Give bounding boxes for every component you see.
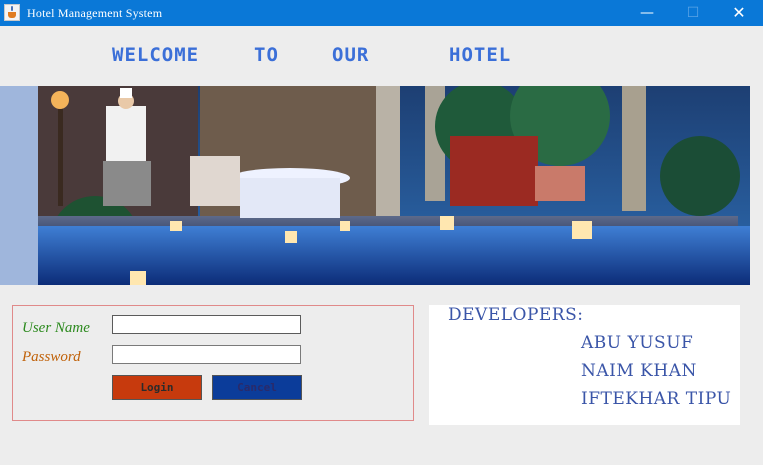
maximize-button[interactable]: ☐	[670, 0, 716, 26]
hotel-banner-image	[0, 86, 750, 285]
username-input[interactable]	[112, 315, 301, 334]
developers-title: DEVELOPERS:	[448, 305, 584, 325]
welcome-word-2: TO	[254, 44, 279, 66]
close-button[interactable]: ✕	[716, 0, 762, 26]
developer-name: ABU YUSUF	[581, 333, 694, 353]
login-button[interactable]: Login	[112, 375, 202, 400]
password-label: Password	[22, 349, 81, 365]
hotel-poolside-illustration	[0, 86, 750, 285]
welcome-word-3: OUR	[332, 44, 370, 66]
title-bar: Hotel Management System — ☐ ✕	[0, 0, 763, 26]
welcome-word-1: WELCOME	[112, 44, 200, 66]
username-label: User Name	[22, 320, 90, 336]
minimize-button[interactable]: —	[624, 0, 670, 26]
window-title: Hotel Management System	[27, 6, 163, 20]
password-input[interactable]	[112, 345, 301, 364]
cancel-button[interactable]: Cancel	[212, 375, 302, 400]
developer-name: NAIM KHAN	[581, 361, 697, 381]
developers-panel: DEVELOPERS: ABU YUSUF NAIM KHAN IFTEKHAR…	[429, 305, 740, 425]
welcome-word-4: HOTEL	[449, 44, 512, 66]
login-panel: User Name Password Login Cancel	[12, 305, 414, 421]
developer-name: IFTEKHAR TIPU	[581, 389, 732, 409]
java-app-icon	[4, 4, 20, 21]
